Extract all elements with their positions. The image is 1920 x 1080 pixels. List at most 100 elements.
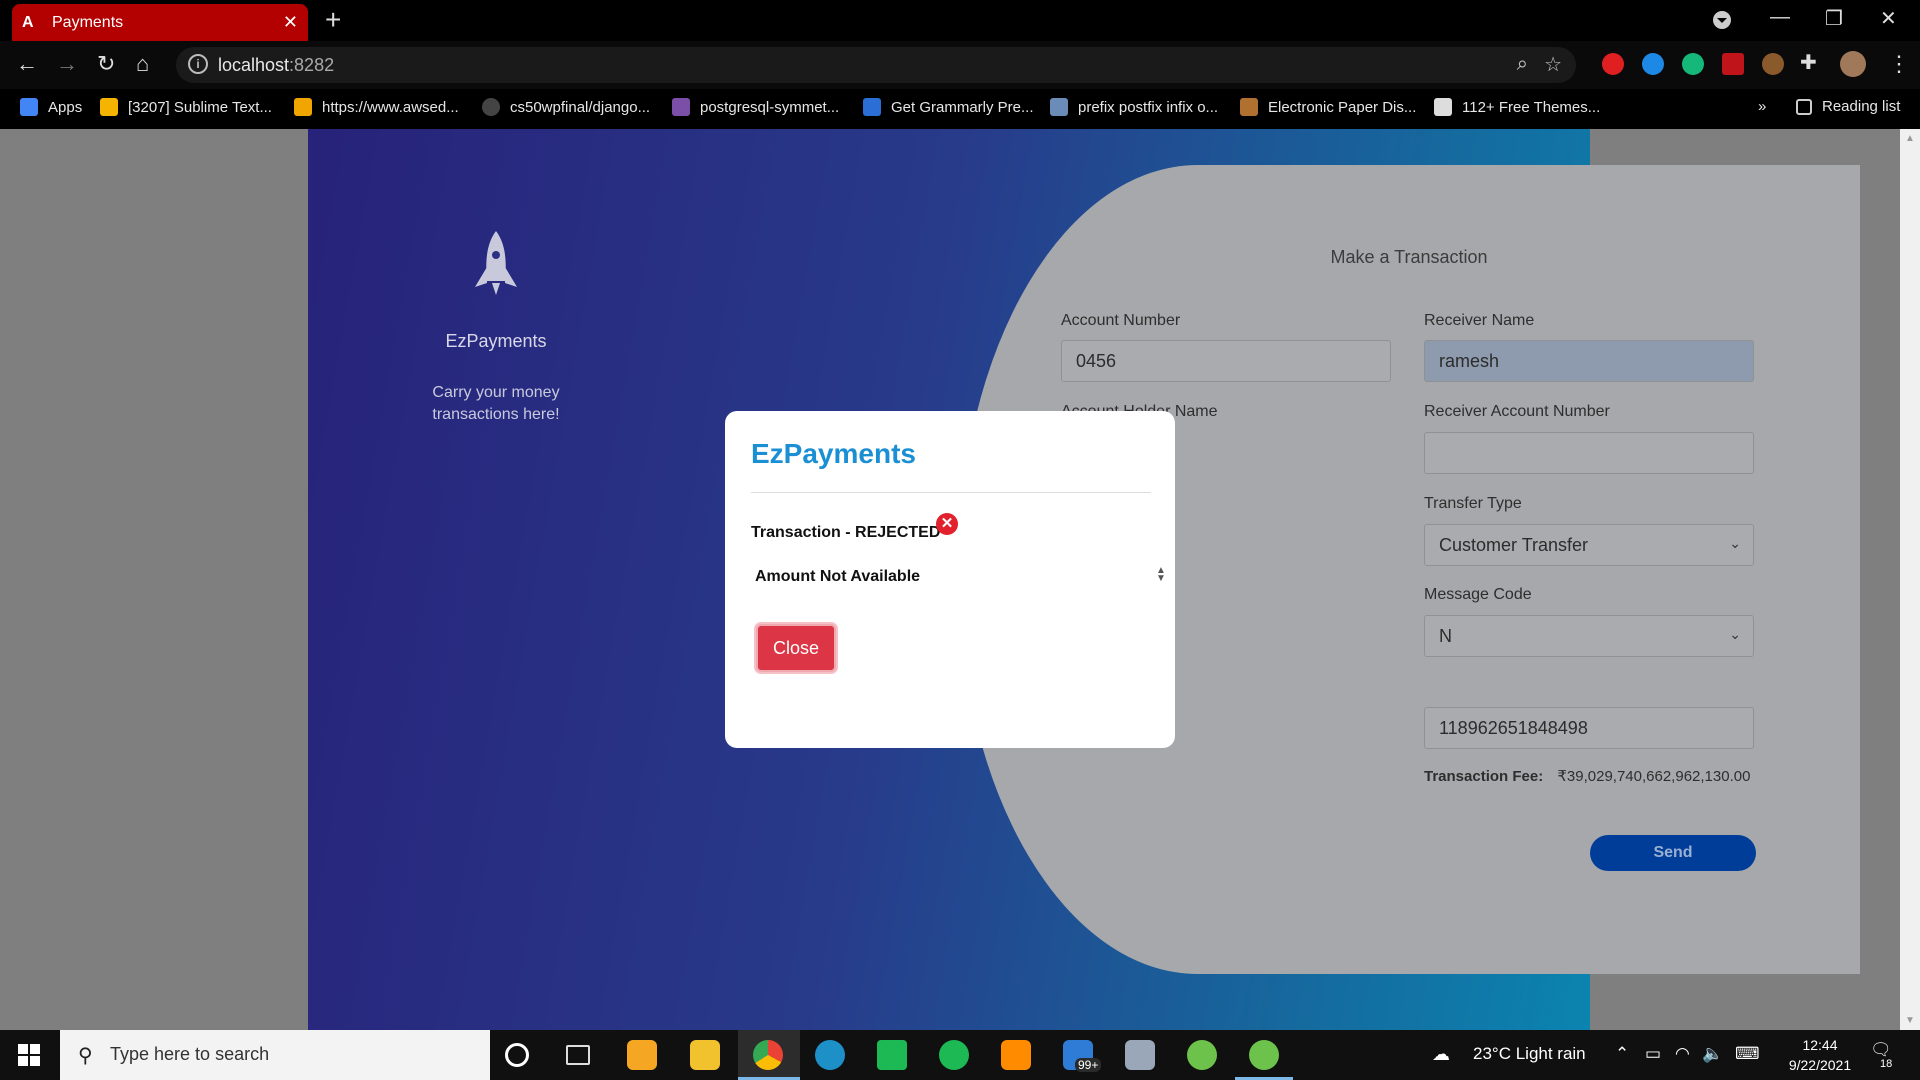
chevron-down-icon: ⌄ (1729, 626, 1741, 642)
rejection-reason: Amount Not Available (755, 568, 921, 585)
reload-icon[interactable]: ↻ (97, 51, 115, 77)
profile-dropdown-icon[interactable] (1712, 10, 1732, 36)
extension-grammarly-icon[interactable] (1682, 53, 1704, 75)
bookmarks-bar: Apps [3207] Sublime Text... https://www.… (0, 89, 1920, 129)
form-title: Make a Transaction (1330, 247, 1488, 267)
sublime-icon[interactable] (1001, 1040, 1031, 1070)
zoom-icon[interactable]: ⌕ (1517, 53, 1528, 76)
keyboard-icon[interactable]: ⌨ (1735, 1044, 1760, 1064)
extension-cookie-icon[interactable] (1762, 53, 1784, 75)
apps-grid-icon (20, 98, 38, 116)
chrome-icon[interactable] (753, 1040, 783, 1070)
paper-icon (1240, 98, 1258, 116)
search-placeholder: Type here to search (110, 1044, 270, 1064)
minimize-icon[interactable]: — (1770, 6, 1790, 29)
page-icon (1050, 98, 1068, 116)
url-text[interactable]: localhost:8282 (218, 55, 334, 76)
brand-name: EzPayments (445, 331, 547, 351)
close-button[interactable]: Close (756, 624, 836, 672)
amount-input[interactable]: 118962651848498 (1424, 707, 1754, 749)
transfer-type-label: Transfer Type (1424, 495, 1522, 512)
pycharm-icon[interactable] (877, 1040, 907, 1070)
bookmark-item[interactable]: Get Grammarly Pre... (863, 98, 1034, 116)
receiver-account-input[interactable] (1424, 432, 1754, 474)
bookmark-item[interactable]: cs50wpfinal/django... (482, 98, 650, 116)
tab-close-icon[interactable]: ✕ (283, 12, 298, 33)
reading-list[interactable]: Reading list (1796, 98, 1900, 115)
chevron-down-icon: ⌄ (1729, 535, 1741, 551)
box-icon (294, 98, 312, 116)
file-explorer-icon[interactable] (690, 1040, 720, 1070)
taskbar-search[interactable]: ⚲ Type here to search (60, 1030, 490, 1080)
mail-badge: 99+ (1075, 1058, 1102, 1072)
weather-cloud-icon[interactable]: ☁ (1432, 1044, 1450, 1065)
spring-tools-icon[interactable] (1249, 1040, 1279, 1070)
extension-stop-icon[interactable] (1602, 53, 1624, 75)
receiver-account-label: Receiver Account Number (1424, 403, 1610, 420)
new-tab-icon[interactable]: + (325, 6, 341, 34)
battery-icon[interactable]: ▭ (1645, 1044, 1661, 1064)
brand-panel: EzPayments Carry your money transactions… (406, 229, 586, 426)
edge-icon[interactable] (815, 1040, 845, 1070)
spring-icon[interactable] (1187, 1040, 1217, 1070)
bookmark-apps[interactable]: Apps (20, 98, 82, 116)
address-bar[interactable]: i localhost:8282 ⌕ ☆ (176, 47, 1576, 83)
notification-center-icon[interactable]: 🗨 (1870, 1040, 1892, 1060)
forward-icon[interactable]: → (56, 51, 78, 77)
page-scrollbar[interactable]: ▲ ▼ (1900, 129, 1920, 1030)
rocket-icon (475, 231, 517, 295)
themes-icon (1434, 98, 1452, 116)
send-button[interactable]: Send (1590, 835, 1756, 871)
bookmark-item[interactable]: 112+ Free Themes... (1434, 98, 1600, 116)
modal-title: EzPayments (751, 438, 916, 469)
message-code-select[interactable]: N ⌄ (1424, 615, 1754, 657)
github-icon (482, 98, 500, 116)
fee-value: ₹39,029,740,662,962,130.00 (1557, 768, 1751, 785)
account-number-input[interactable]: 0456 (1061, 340, 1391, 382)
restore-icon[interactable]: ❐ (1825, 6, 1843, 31)
scroll-down-icon[interactable]: ▼ (1905, 1015, 1915, 1026)
bookmark-item[interactable]: Electronic Paper Dis... (1240, 98, 1416, 116)
extensions-puzzle-icon[interactable]: ✚ (1800, 50, 1817, 75)
browser-menu-icon[interactable]: ⋮ (1888, 51, 1910, 77)
task-view-icon[interactable] (566, 1045, 590, 1065)
tray-chevron-icon[interactable]: ⌃ (1615, 1044, 1629, 1064)
modal-divider (751, 492, 1151, 493)
spotify-icon[interactable] (939, 1040, 969, 1070)
transaction-result-modal: EzPayments Transaction - REJECTED ✕ Amou… (725, 411, 1175, 748)
bookmark-star-icon[interactable]: ☆ (1544, 52, 1562, 77)
bookmarks-overflow[interactable]: » (1758, 98, 1766, 115)
site-info-icon[interactable]: i (188, 54, 208, 74)
search-icon: ⚲ (78, 1045, 93, 1067)
windows-start-icon[interactable] (18, 1044, 40, 1066)
fee-label: Transaction Fee: (1424, 768, 1544, 785)
profile-avatar[interactable] (1840, 51, 1866, 77)
back-icon[interactable]: ← (16, 51, 38, 77)
receiver-name-input[interactable]: ramesh (1424, 340, 1754, 382)
bookmark-item[interactable]: prefix postfix infix o... (1050, 98, 1218, 116)
volume-icon[interactable]: 🔈 (1702, 1044, 1723, 1064)
brand-tagline: Carry your money transactions here! (432, 384, 560, 423)
tab-payments[interactable]: A Payments ✕ (12, 4, 308, 41)
wifi-icon[interactable]: ◠ (1675, 1044, 1690, 1064)
transaction-fee: Transaction Fee: ₹39,029,740,662,962,130… (1424, 767, 1750, 785)
bookmark-item[interactable]: postgresql-symmet... (672, 98, 839, 116)
cortana-icon[interactable] (505, 1043, 529, 1067)
bookmark-item[interactable]: [3207] Sublime Text... (100, 98, 272, 116)
tab-title: Payments (52, 13, 124, 31)
spinner-arrows-icon[interactable]: ▲ ▼ (1156, 566, 1166, 584)
window-close-icon[interactable]: ✕ (1880, 6, 1897, 31)
weather-text[interactable]: 23°C Light rain (1473, 1044, 1586, 1064)
transfer-type-select[interactable]: Customer Transfer ⌄ (1424, 524, 1754, 566)
scroll-up-icon[interactable]: ▲ (1905, 133, 1915, 144)
store-icon[interactable] (627, 1040, 657, 1070)
clock[interactable]: 12:44 9/22/2021 (1775, 1035, 1865, 1075)
bookmark-item[interactable]: https://www.awsed... (294, 98, 459, 116)
database-icon[interactable] (1125, 1040, 1155, 1070)
home-icon[interactable]: ⌂ (136, 51, 149, 77)
browser-toolbar: ← → ↻ ⌂ i localhost:8282 ⌕ ☆ ✚ ⋮ (0, 41, 1920, 89)
extension-hp-icon[interactable] (1642, 53, 1664, 75)
transaction-status: Transaction - REJECTED (751, 524, 941, 541)
tab-favicon: A (22, 13, 34, 31)
extension-red-icon[interactable] (1722, 53, 1744, 75)
